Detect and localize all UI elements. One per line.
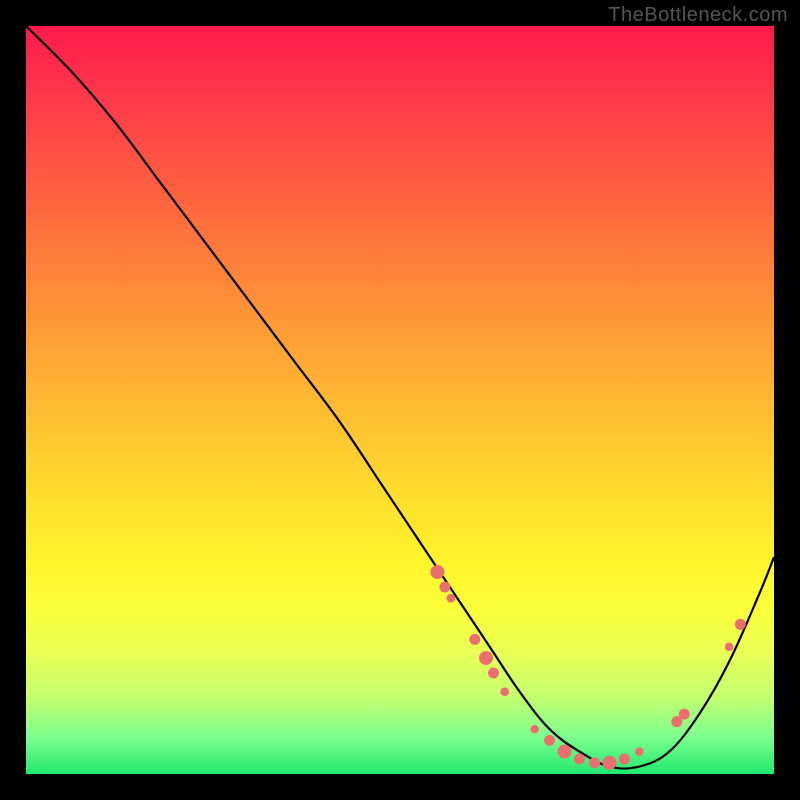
chart-svg: [26, 26, 774, 774]
data-point-marker: [530, 725, 539, 734]
data-point-marker: [589, 757, 600, 768]
data-point-marker: [439, 582, 450, 593]
data-point-marker: [488, 668, 499, 679]
data-point-marker: [679, 709, 690, 720]
data-point-marker: [574, 754, 585, 765]
data-point-marker: [735, 619, 746, 630]
data-point-marker: [635, 747, 644, 756]
data-point-marker: [447, 594, 456, 603]
chart-plot-area: [26, 26, 774, 774]
data-point-marker: [500, 687, 509, 696]
bottleneck-curve-line: [26, 26, 774, 769]
watermark-text: TheBottleneck.com: [608, 4, 788, 27]
data-point-marker: [479, 651, 493, 665]
data-point-marker: [469, 634, 480, 645]
data-point-marker: [544, 735, 555, 746]
data-point-marker: [430, 565, 444, 579]
data-point-markers: [430, 565, 745, 770]
data-point-marker: [619, 754, 630, 765]
data-point-marker: [558, 745, 572, 759]
data-point-marker: [602, 756, 616, 770]
data-point-marker: [725, 643, 734, 652]
